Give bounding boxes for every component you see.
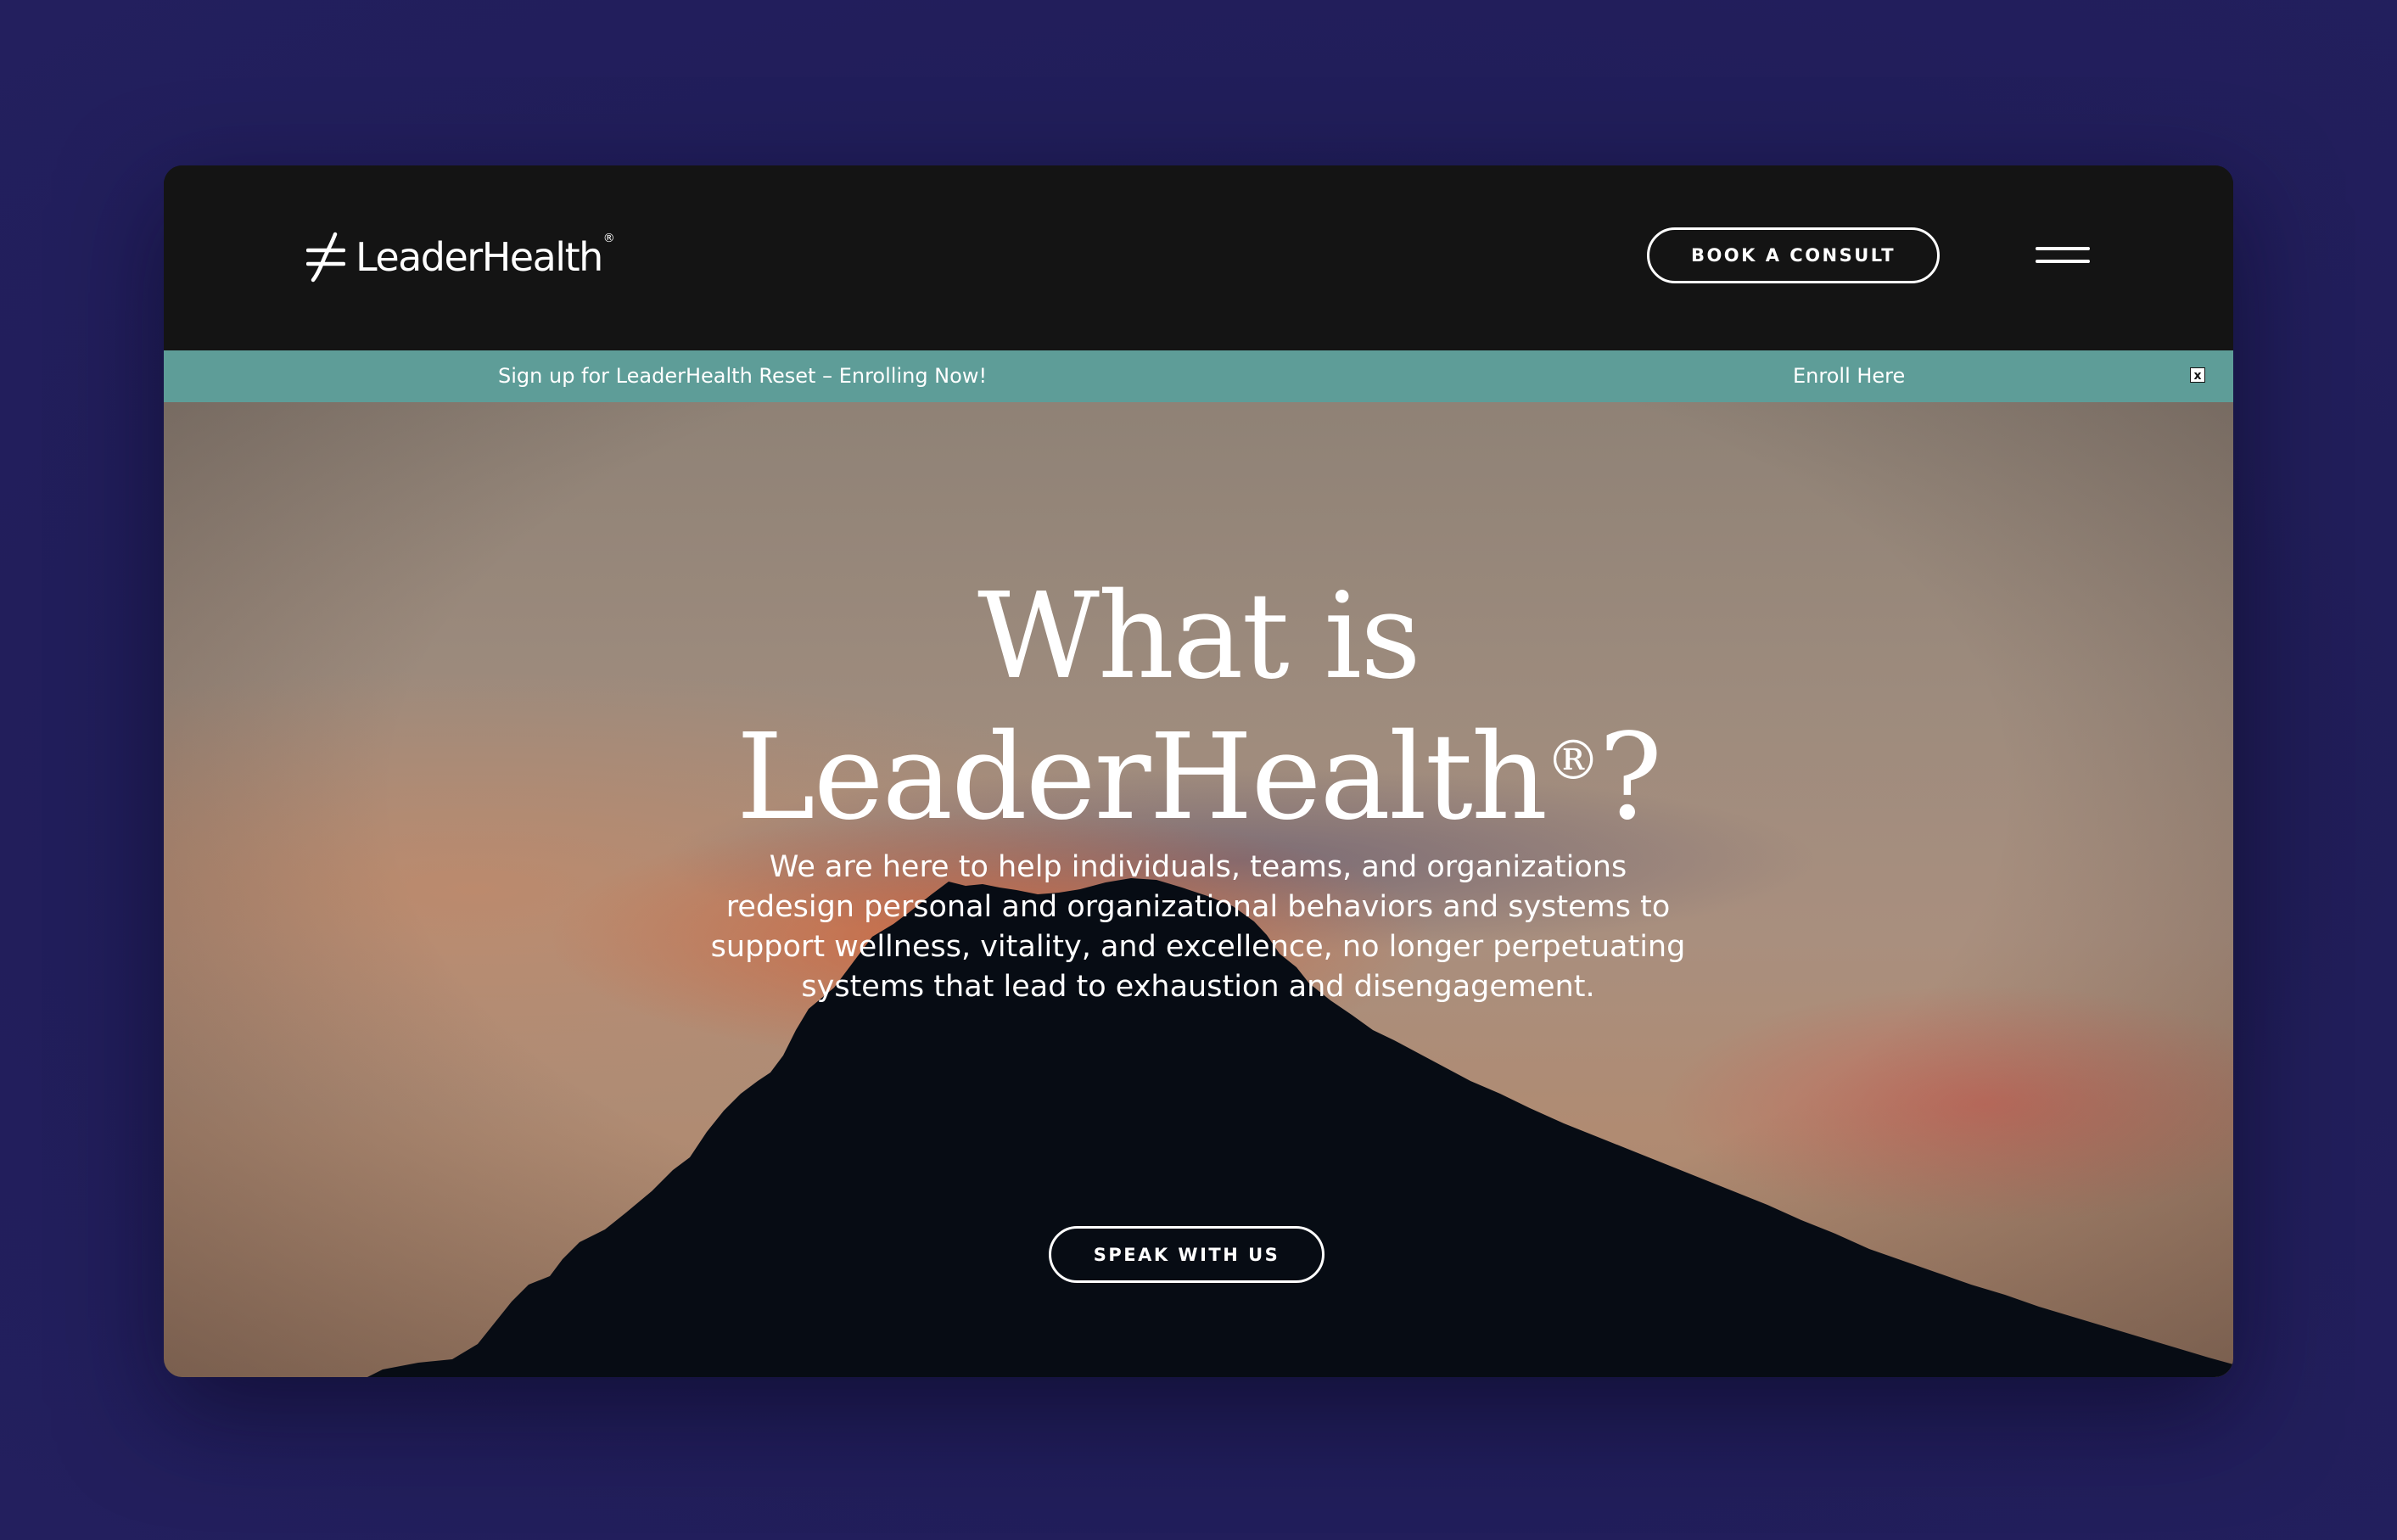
hero-title-line-1: What is: [977, 567, 1421, 706]
hamburger-menu-icon[interactable]: [2036, 244, 2090, 269]
not-equal-logo-icon: [306, 232, 345, 283]
menu-line-bottom: [2036, 260, 2090, 263]
logo-registered-mark: ®: [602, 232, 615, 245]
announcement-bar: Sign up for LeaderHealth Reset – Enrolli…: [164, 350, 2233, 402]
close-announcement-icon[interactable]: x: [2190, 367, 2205, 383]
hero-title: What is LeaderHealth®?: [164, 567, 2233, 848]
logo[interactable]: LeaderHealth®: [306, 232, 615, 283]
announcement-text: Sign up for LeaderHealth Reset – Enrolli…: [498, 364, 988, 388]
hero-title-brand: LeaderHealth: [736, 708, 1548, 847]
menu-line-top: [2036, 247, 2090, 250]
hero-title-line-2: LeaderHealth®?: [164, 708, 2233, 848]
book-a-consult-button[interactable]: BOOK A CONSULT: [1647, 227, 1940, 283]
enroll-here-link[interactable]: Enroll Here: [1793, 364, 1905, 388]
speak-with-us-button[interactable]: SPEAK WITH US: [1049, 1226, 1325, 1283]
hero-title-question-mark: ?: [1599, 708, 1662, 847]
browser-window: LeaderHealth® BOOK A CONSULT Sign up for…: [164, 165, 2233, 1377]
hero-title-registered-mark: ®: [1546, 729, 1600, 792]
hero-description: We are here to help individuals, teams, …: [710, 850, 1686, 1004]
hero-section: What is LeaderHealth®? We are here to he…: [164, 402, 2233, 1377]
logo-text: LeaderHealth®: [356, 232, 615, 280]
site-header: LeaderHealth® BOOK A CONSULT: [164, 165, 2233, 350]
